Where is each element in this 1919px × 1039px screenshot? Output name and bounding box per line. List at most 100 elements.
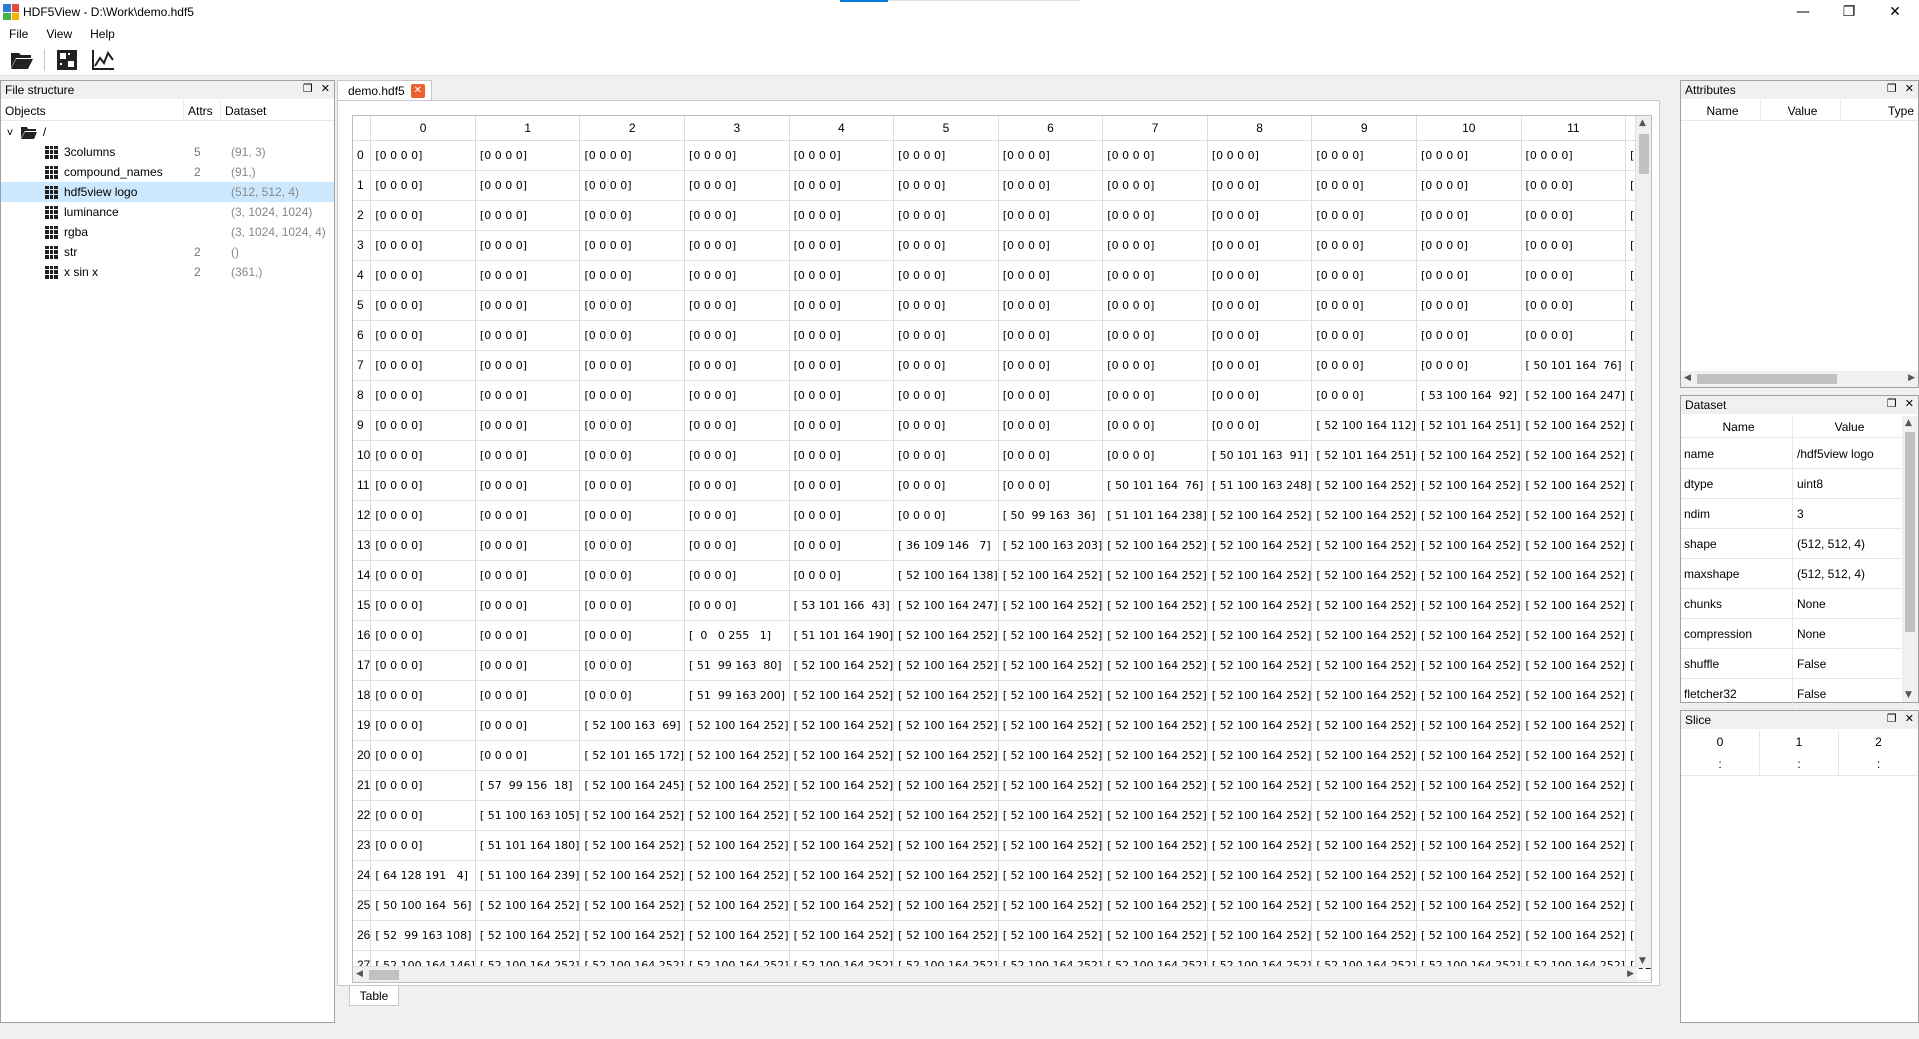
table-cell[interactable]: [0 0 0 0]	[789, 380, 895, 411]
table-cell[interactable]: [ 52 100 164 252]	[1102, 920, 1208, 951]
table-cell[interactable]: [0 0 0 0]	[1311, 260, 1417, 291]
table-cell[interactable]: [ 52 100 164 252]	[1416, 620, 1522, 651]
table-cell[interactable]: [ 36 109 146 7]	[893, 530, 999, 561]
table-cell[interactable]: [ 52 100 164 252]	[1207, 920, 1313, 951]
dataset-row[interactable]: maxshape (512, 512, 4)	[1681, 559, 1902, 589]
table-cell[interactable]: [0 0 0 0]	[475, 560, 581, 591]
table-cell[interactable]: [ 52 100 164 252]	[998, 920, 1104, 951]
dataset-row[interactable]: chunks None	[1681, 589, 1902, 619]
table-cell[interactable]: [ 51 101 164 238]	[1102, 500, 1208, 531]
table-cell[interactable]: [0 0 0 0]	[789, 320, 895, 351]
table-cell[interactable]: [ 52 100 164 112]	[1311, 410, 1417, 441]
table-cell[interactable]: [0 0 0 0]	[370, 380, 476, 411]
table-cell[interactable]: [0 0 0 0]	[1102, 440, 1208, 471]
table-cell[interactable]: [ 52 100 164 252]	[1311, 530, 1417, 561]
table-cell[interactable]: [0 0 0 0]	[579, 350, 686, 381]
table-cell[interactable]: [0 0 0 0]	[1102, 140, 1208, 171]
table-cell[interactable]: [ 52 100 164 252]	[1521, 530, 1627, 561]
table-cell[interactable]: [0 0 0 0]	[1311, 290, 1417, 321]
table-cell[interactable]: [ 52 100 164 252]	[684, 800, 790, 831]
table-cell[interactable]: [ 52 100 164 252]	[998, 680, 1104, 711]
table-cell[interactable]: [ 52 101 164 251]	[1311, 440, 1417, 471]
table-cell[interactable]: [0 0 0 0]	[475, 590, 581, 621]
table-cell[interactable]: [ 57 99 156 18]	[475, 770, 581, 801]
column-header[interactable]: 8	[1207, 116, 1313, 141]
table-cell[interactable]: [0 0 0 0]	[475, 710, 581, 741]
table-cell[interactable]: [ 52 100 164 138]	[893, 560, 999, 591]
table-cell[interactable]: [0 0 0 0]	[1521, 230, 1627, 261]
table-cell[interactable]: [ 52 100 164 252]	[1521, 770, 1627, 801]
table-cell[interactable]: [0 0 0 0]	[579, 200, 686, 231]
table-cell[interactable]: [0 0 0 0]	[1311, 380, 1417, 411]
attr-col-type[interactable]: Type	[1841, 101, 1918, 120]
table-cell[interactable]: [ 52 100 164 252]	[1521, 710, 1627, 741]
table-cell[interactable]: [0 0 0 0]	[789, 410, 895, 441]
table-cell[interactable]: [ 52 100 164 252]	[1521, 860, 1627, 891]
table-cell[interactable]: [0 0 0 0]	[579, 290, 686, 321]
table-cell[interactable]: [ 52 100 164 252]	[1521, 680, 1627, 711]
table-cell[interactable]: [ 52 100 164 252]	[1416, 710, 1522, 741]
table-cell[interactable]: [ 52 100 164 252]	[998, 800, 1104, 831]
horizontal-scroll-thumb[interactable]	[369, 970, 399, 980]
table-cell[interactable]: [ 52 100 164 245]	[579, 770, 686, 801]
row-header[interactable]: 14	[353, 560, 372, 591]
table-cell[interactable]: [0 0 0 0]	[684, 230, 790, 261]
table-cell[interactable]: [ 52 100 164 252]	[998, 740, 1104, 771]
row-header[interactable]: 21	[353, 770, 372, 801]
row-header[interactable]: 8	[353, 380, 372, 411]
table-cell[interactable]: [ 52 100 164 252]	[1207, 860, 1313, 891]
row-header[interactable]: 26	[353, 920, 372, 951]
table-cell[interactable]: [ 52 100 164 252]	[893, 710, 999, 741]
close-icon[interactable]: ✕	[1905, 712, 1914, 725]
table-cell[interactable]: [ 52 100 164 252]	[1311, 800, 1417, 831]
table-cell[interactable]: [0 0 0 0]	[370, 140, 476, 171]
table-cell[interactable]: [ 52 100 164 252]	[1207, 500, 1313, 531]
table-cell[interactable]: [ 52 100 164 252]	[893, 620, 999, 651]
table-cell[interactable]: [ 51 99 163 200]	[684, 680, 790, 711]
table-cell[interactable]: [ 52 100 164 252]	[1102, 860, 1208, 891]
table-cell[interactable]: [0 0 0 0]	[684, 410, 790, 441]
dataset-row[interactable]: shape (512, 512, 4)	[1681, 529, 1902, 559]
table-cell[interactable]: [0 0 0 0]	[475, 470, 581, 501]
table-cell[interactable]: [ 50 99 163 36]	[998, 500, 1104, 531]
close-icon[interactable]: ✕	[321, 82, 330, 95]
column-header[interactable]: 10	[1416, 116, 1522, 141]
table-cell[interactable]: [ 52 100 164 252]	[579, 920, 686, 951]
slice-input-0[interactable]: :	[1681, 753, 1760, 775]
tab-table[interactable]: Table	[349, 986, 399, 1006]
tree-item[interactable]: str 2 ()	[1, 242, 334, 262]
tree-col-dataset[interactable]: Dataset	[221, 101, 334, 120]
table-cell[interactable]: [ 52 100 164 252]	[1207, 710, 1313, 741]
slice-input-2[interactable]: :	[1839, 753, 1918, 775]
table-cell[interactable]: [ 52 100 164 252]	[1311, 890, 1417, 921]
table-cell[interactable]: [ 52 100 164 252]	[893, 740, 999, 771]
table-cell[interactable]: [ 52 100 164 252]	[1311, 830, 1417, 861]
table-cell[interactable]: [0 0 0 0]	[370, 590, 476, 621]
table-cell[interactable]: [ 64 128 191 4]	[370, 860, 476, 891]
table-cell[interactable]: [0 0 0 0]	[579, 620, 686, 651]
line-plot-icon[interactable]	[89, 46, 117, 74]
table-cell[interactable]: [0 0 0 0]	[1102, 320, 1208, 351]
table-cell[interactable]: [0 0 0 0]	[1207, 410, 1313, 441]
slice-input-1[interactable]: :	[1760, 753, 1839, 775]
table-cell[interactable]: [0 0 0 0]	[579, 470, 686, 501]
table-cell[interactable]: [0 0 0 0]	[998, 170, 1104, 201]
table-cell[interactable]: [ 52 100 164 252]	[1521, 560, 1627, 591]
table-cell[interactable]: [ 52 100 164 252]	[579, 890, 686, 921]
image-view-icon[interactable]	[53, 46, 81, 74]
table-cell[interactable]: [0 0 0 0]	[370, 830, 476, 861]
table-cell[interactable]: [ 52 100 164 252]	[893, 860, 999, 891]
table-cell[interactable]: [0 0 0 0]	[475, 530, 581, 561]
row-header[interactable]: 4	[353, 260, 372, 291]
column-header[interactable]: 5	[893, 116, 999, 141]
table-cell[interactable]: [ 52 100 164 252]	[1416, 770, 1522, 801]
table-cell[interactable]: [ 52 100 164 252]	[1102, 590, 1208, 621]
table-cell[interactable]: [0 0 0 0]	[684, 170, 790, 201]
scroll-right-icon[interactable]: ▶	[1627, 969, 1634, 979]
table-cell[interactable]: [ 52 100 164 252]	[1102, 530, 1208, 561]
tree-item[interactable]: compound_names 2 (91,)	[1, 162, 334, 182]
table-cell[interactable]: [0 0 0 0]	[475, 140, 581, 171]
table-cell[interactable]: [0 0 0 0]	[1102, 200, 1208, 231]
table-cell[interactable]: [ 52 100 164 252]	[1416, 590, 1522, 621]
table-cell[interactable]: [0 0 0 0]	[370, 410, 476, 441]
